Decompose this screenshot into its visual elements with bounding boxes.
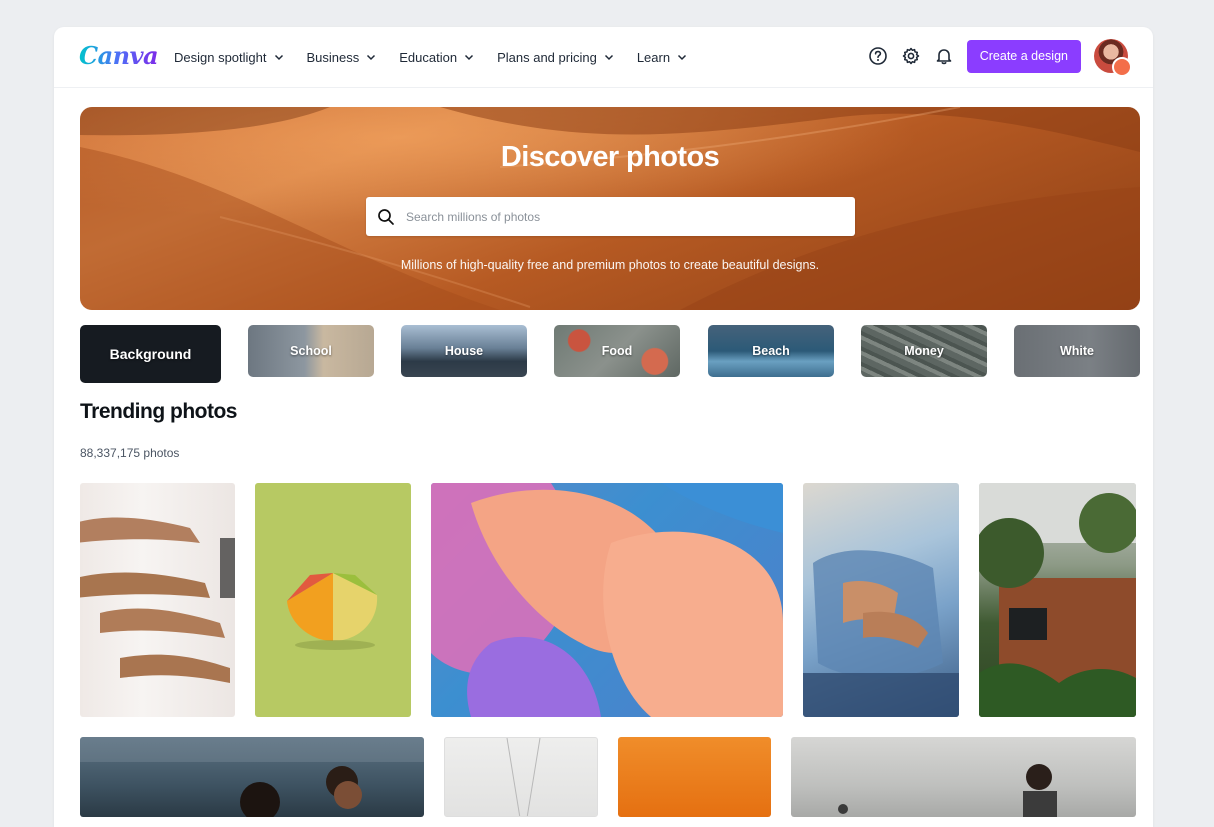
nav-business-label: Business <box>306 49 360 65</box>
minimal-lines-image <box>506 738 541 816</box>
category-white[interactable]: White <box>1014 325 1140 377</box>
nav-business[interactable]: Business <box>307 50 378 65</box>
modern-house-plants-image <box>979 483 1136 717</box>
nav-learn-label: Learn <box>636 49 671 65</box>
settings-icon[interactable] <box>900 45 922 67</box>
category-house[interactable]: House <box>401 325 527 377</box>
photo-tile[interactable] <box>444 737 598 817</box>
chevron-down-icon <box>604 54 613 61</box>
trending-title: Trending photos <box>80 400 237 423</box>
avatar-badge <box>1112 57 1132 77</box>
help-icon[interactable] <box>867 45 889 67</box>
abstract-petals-image <box>431 483 783 717</box>
category-background-label: Background <box>109 346 192 362</box>
canva-window: Canva Design spotlight Business Educatio… <box>54 27 1153 827</box>
top-navigation: Canva Design spotlight Business Educatio… <box>54 27 1153 88</box>
category-house-label: House <box>444 344 484 358</box>
chevron-down-icon <box>274 54 283 61</box>
photo-count: 88,337,175 photos <box>80 446 180 460</box>
category-white-label: White <box>1059 344 1095 358</box>
category-beach-label: Beach <box>752 344 790 358</box>
photo-tile[interactable] <box>80 483 235 717</box>
category-money[interactable]: Money <box>861 325 987 377</box>
header-tools: Create a design <box>867 39 1132 77</box>
fruit-slices-image <box>287 573 378 650</box>
photo-tile[interactable] <box>791 737 1136 817</box>
search-input[interactable] <box>404 208 855 225</box>
category-food-label: Food <box>601 344 633 358</box>
hero-title: Discover photos <box>500 141 720 173</box>
category-school[interactable]: School <box>248 325 374 377</box>
photo-tile[interactable] <box>431 483 783 717</box>
hero-subtitle: Millions of high-quality free and premiu… <box>400 258 820 272</box>
chevron-down-icon <box>678 54 687 61</box>
category-background[interactable]: Background <box>80 325 221 383</box>
create-design-button[interactable]: Create a design <box>966 39 1081 73</box>
category-beach[interactable]: Beach <box>708 325 834 377</box>
photo-tile[interactable] <box>255 483 411 717</box>
nav-design-spotlight-label: Design spotlight <box>174 49 267 65</box>
people-outdoors-image <box>80 737 424 817</box>
category-school-label: School <box>290 344 332 358</box>
canva-logo[interactable]: Canva <box>79 41 159 70</box>
avatar[interactable] <box>1094 39 1132 77</box>
main-menu: Design spotlight Business Education Plan… <box>174 27 688 87</box>
photo-search-box[interactable] <box>366 197 855 236</box>
photo-tile[interactable] <box>979 483 1136 717</box>
search-icon <box>378 208 394 225</box>
chevron-down-icon <box>367 54 376 61</box>
hands-on-belly-image <box>80 517 235 683</box>
nav-education[interactable]: Education <box>399 50 475 65</box>
nav-learn[interactable]: Learn <box>637 50 688 65</box>
nav-design-spotlight[interactable]: Design spotlight <box>174 50 285 65</box>
denim-clothes-image <box>803 550 959 717</box>
nav-education-label: Education <box>399 49 458 65</box>
chevron-down-icon <box>465 54 474 61</box>
category-chips: Background School House Food Beach Money… <box>80 325 1140 383</box>
photo-tile[interactable] <box>803 483 959 717</box>
nav-plans-and-pricing-label: Plans and pricing <box>497 49 597 65</box>
category-money-label: Money <box>904 344 944 358</box>
photo-tile[interactable] <box>618 737 771 817</box>
nav-plans-and-pricing[interactable]: Plans and pricing <box>497 50 615 65</box>
notifications-icon[interactable] <box>933 45 955 67</box>
hero-banner: Discover photos Millions of high-quality… <box>80 107 1140 310</box>
person-walking-image <box>838 764 1057 817</box>
photo-tile[interactable] <box>80 737 424 817</box>
category-food[interactable]: Food <box>554 325 680 377</box>
